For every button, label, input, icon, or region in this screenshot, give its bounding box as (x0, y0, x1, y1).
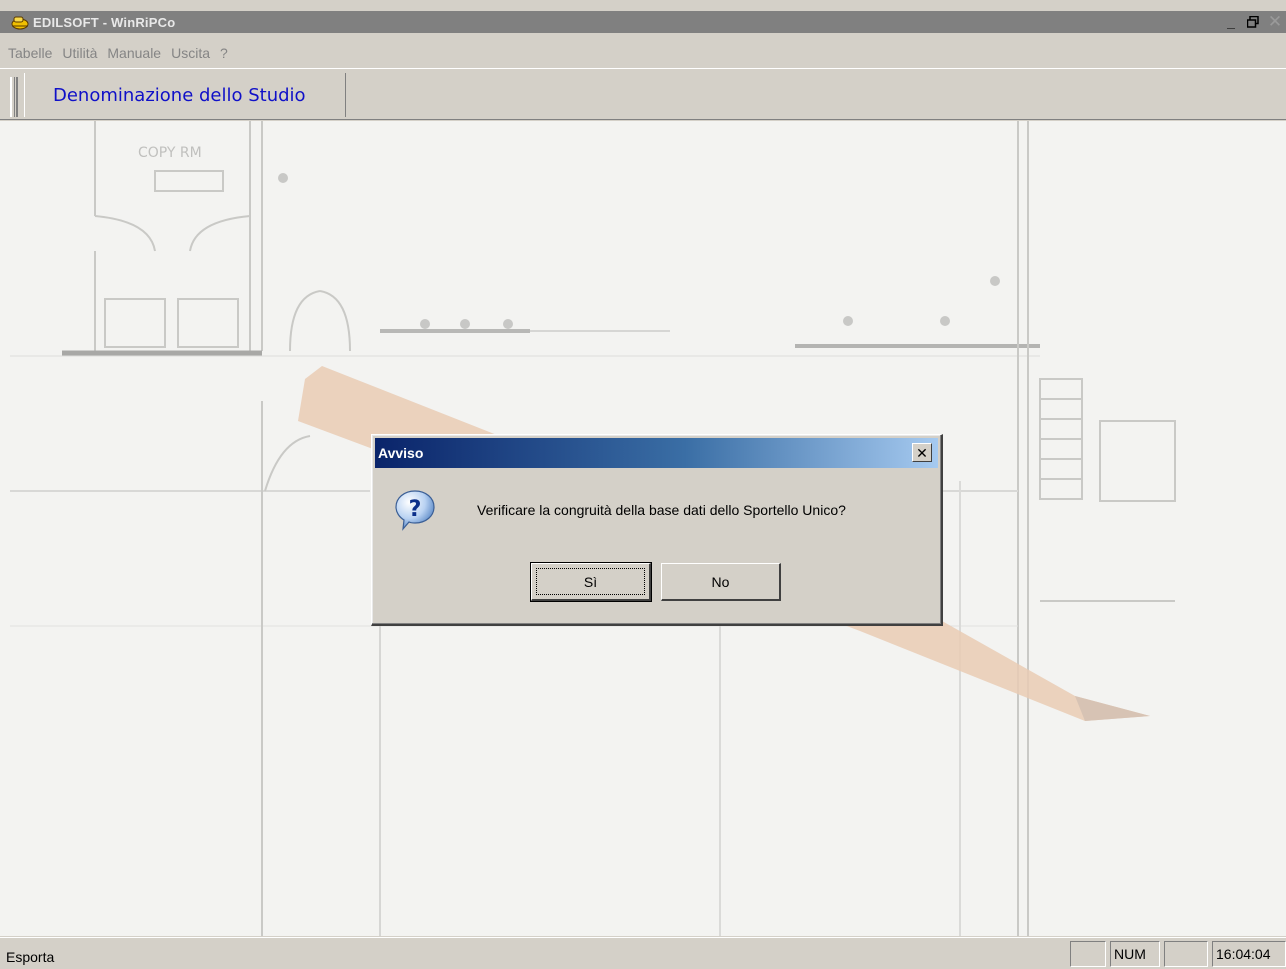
dialog-message: Verificare la congruità della base dati … (477, 502, 846, 518)
status-text: Esporta (6, 949, 55, 965)
status-panel-caps (1070, 941, 1106, 967)
svg-text:COPY RM: COPY RM (138, 145, 202, 161)
no-button[interactable]: No (661, 563, 781, 601)
dialog-title: Avviso (378, 445, 424, 461)
restore-icon (1247, 16, 1259, 28)
close-button[interactable]: ✕ (1264, 11, 1286, 33)
status-panel-scroll (1164, 941, 1208, 967)
svg-text:?: ? (409, 497, 422, 522)
menu-tabelle[interactable]: Tabelle (8, 45, 52, 61)
title-bar[interactable]: EDILSOFT - WinRiPCo _ ✕ (0, 11, 1286, 33)
dialog-close-button[interactable]: ✕ (912, 443, 932, 462)
menu-manuale[interactable]: Manuale (107, 45, 161, 61)
menu-utilita[interactable]: Utilità (62, 45, 97, 61)
question-icon: ? (395, 490, 435, 531)
status-panel-num: NUM (1110, 941, 1160, 967)
menu-bar: Tabelle Utilità Manuale Uscita ? (0, 38, 1286, 68)
studio-band[interactable]: Denominazione dello Studio (24, 73, 346, 117)
menu-uscita[interactable]: Uscita (171, 45, 210, 61)
dialog-title-bar[interactable]: Avviso ✕ (375, 438, 938, 468)
restore-button[interactable] (1242, 11, 1264, 33)
dialog-avviso: Avviso ✕ ? Verificare la congruità della… (371, 434, 943, 626)
window-controls: _ ✕ (1220, 11, 1286, 33)
studio-name-label: Denominazione dello Studio (53, 84, 306, 106)
yes-button[interactable]: Sì (530, 562, 652, 602)
minimize-button[interactable]: _ (1220, 11, 1242, 33)
app-logo-icon (11, 16, 29, 30)
toolbar: Denominazione dello Studio (0, 68, 1286, 120)
window-title: EDILSOFT - WinRiPCo (33, 14, 176, 30)
toolbar-grip[interactable] (10, 77, 18, 117)
menu-help[interactable]: ? (220, 45, 228, 61)
status-bar: Esporta NUM 16:04:04 (0, 937, 1286, 969)
status-panel-clock: 16:04:04 (1212, 941, 1286, 967)
